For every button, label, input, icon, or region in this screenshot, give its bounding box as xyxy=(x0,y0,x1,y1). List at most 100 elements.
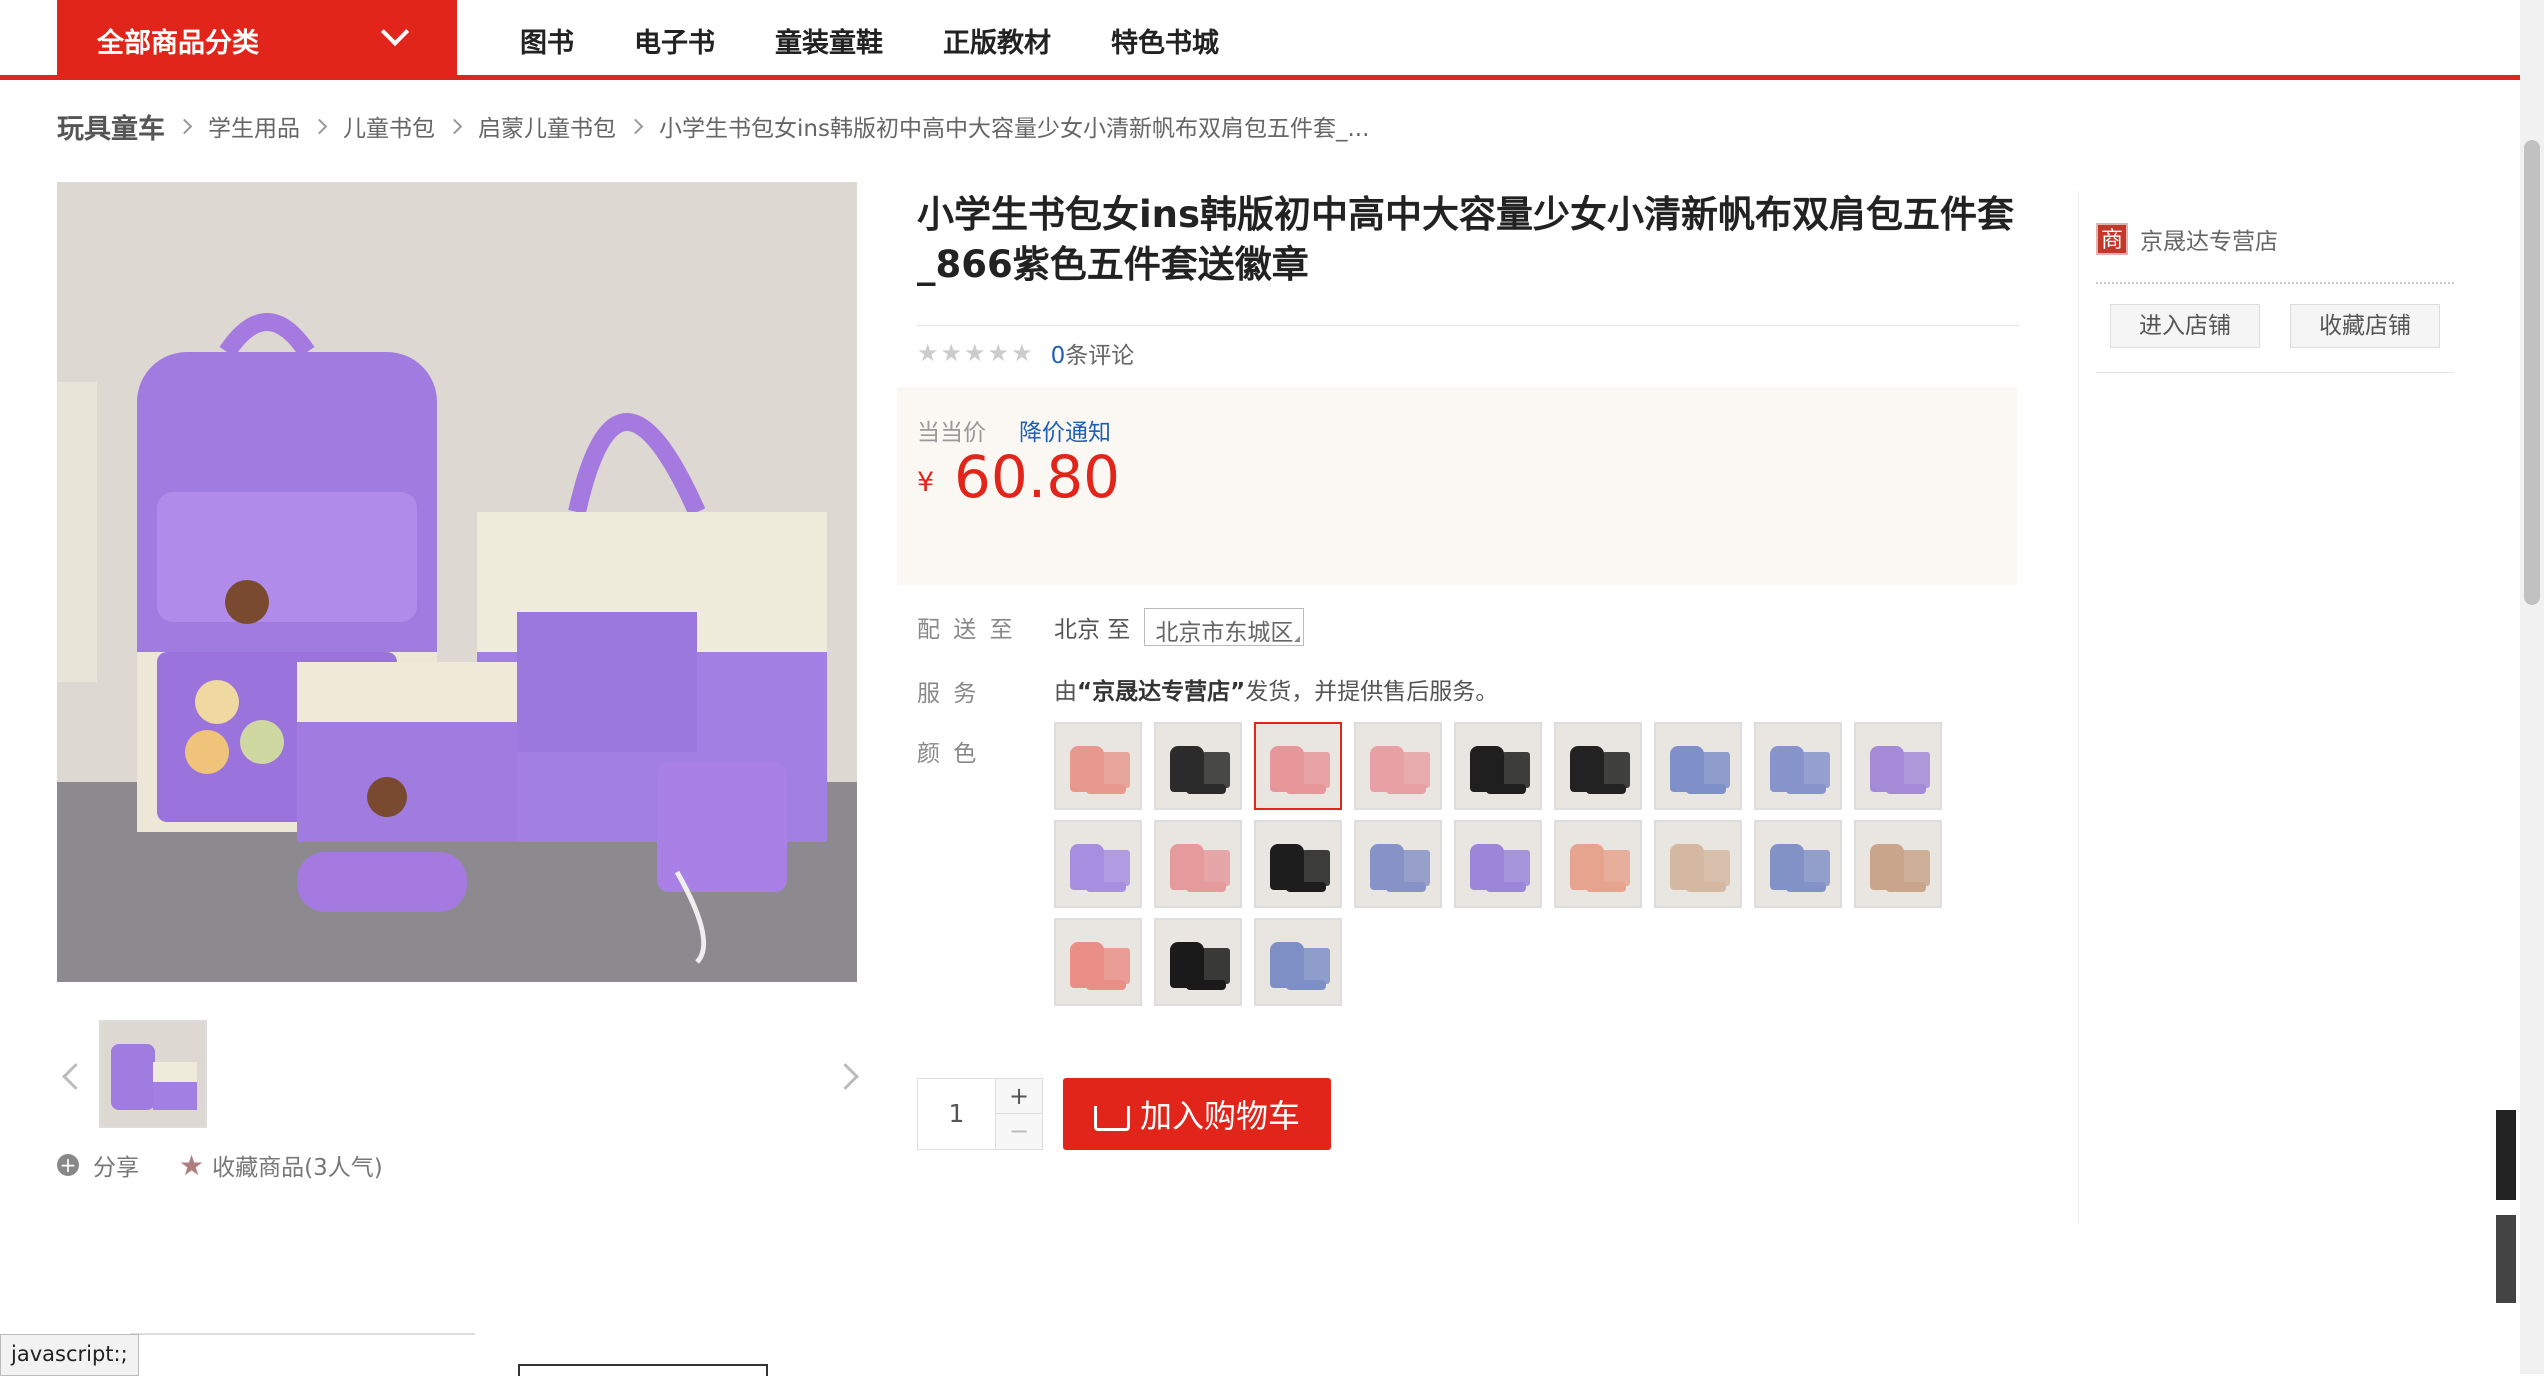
swatch-bag-shape xyxy=(1386,784,1426,794)
divider xyxy=(2096,282,2454,284)
color-swatch[interactable] xyxy=(1854,722,1942,810)
color-swatch[interactable] xyxy=(1254,820,1342,908)
review-count-suffix: 条评论 xyxy=(1065,343,1135,369)
swatch-bag-shape xyxy=(1102,752,1130,788)
rating-row: ★★★★★ 0条评论 xyxy=(917,335,1134,371)
color-swatch[interactable] xyxy=(1354,722,1442,810)
color-swatch-grid xyxy=(1054,722,1954,1016)
breadcrumb-root[interactable]: 玩具童车 xyxy=(57,107,165,146)
color-swatch[interactable] xyxy=(1154,918,1242,1006)
all-categories-label: 全部商品分类 xyxy=(97,27,259,59)
color-swatch[interactable] xyxy=(1454,820,1542,908)
swatch-bag-shape xyxy=(1186,784,1226,794)
swatch-bag-shape xyxy=(1702,752,1730,788)
color-swatch[interactable] xyxy=(1054,820,1142,908)
shop-name[interactable]: 京晟达专营店 xyxy=(2140,222,2278,256)
favorite-product-link[interactable]: 收藏商品(3人气) xyxy=(212,1148,383,1182)
delivery-label: 配 送 至 xyxy=(917,617,1016,643)
enter-shop-button[interactable]: 进入店铺 xyxy=(2110,304,2260,348)
nav-item-featured-books[interactable]: 特色书城 xyxy=(1111,21,1219,60)
breadcrumb: 玩具童车 学生用品 儿童书包 启蒙儿童书包 小学生书包女ins韩版初中高中大容量… xyxy=(57,107,1369,146)
color-swatch[interactable] xyxy=(1554,820,1642,908)
rating-stars-icon: ★★★★★ xyxy=(917,339,1035,367)
swatch-bag-shape xyxy=(1286,784,1326,794)
nav-item-textbooks[interactable]: 正版教材 xyxy=(943,21,1051,60)
swatch-bag-shape xyxy=(1902,850,1930,886)
swatch-bag-shape xyxy=(1202,752,1230,788)
thumbnail-next-arrow-icon[interactable] xyxy=(832,1063,859,1090)
color-swatch[interactable] xyxy=(1554,722,1642,810)
swatch-bag-shape xyxy=(1302,948,1330,984)
share-plus-icon[interactable]: + xyxy=(57,1154,79,1176)
favorite-shop-button[interactable]: 收藏店铺 xyxy=(2290,304,2440,348)
side-floating-widget[interactable] xyxy=(2496,1215,2516,1303)
color-swatch[interactable] xyxy=(1054,918,1142,1006)
delivery-from: 北京 至 xyxy=(1054,617,1131,643)
shop-panel-border xyxy=(2078,190,2079,1225)
product-main-image[interactable] xyxy=(57,182,857,982)
breadcrumb-item[interactable]: 学生用品 xyxy=(208,109,300,143)
swatch-bag-shape xyxy=(1586,784,1626,794)
status-bar-url: javascript:; xyxy=(0,1334,139,1376)
swatch-bag-shape xyxy=(1102,948,1130,984)
chevron-right-icon xyxy=(176,118,193,134)
color-swatch[interactable] xyxy=(1154,722,1242,810)
quantity-decrease-button[interactable]: − xyxy=(996,1114,1042,1149)
chevron-down-icon xyxy=(380,17,410,47)
swatch-bag-shape xyxy=(1086,980,1126,990)
nav-item-ebooks[interactable]: 电子书 xyxy=(634,21,715,60)
swatch-bag-shape xyxy=(1386,882,1426,892)
swatch-bag-shape xyxy=(1302,850,1330,886)
color-swatch[interactable] xyxy=(1754,820,1842,908)
product-thumbnail[interactable] xyxy=(99,1020,207,1128)
thumbnail-prev-arrow-icon[interactable] xyxy=(62,1063,89,1090)
side-floating-widget[interactable] xyxy=(2496,1110,2516,1200)
color-swatch[interactable] xyxy=(1454,722,1542,810)
divider xyxy=(2096,372,2454,373)
quantity-input[interactable]: 1 xyxy=(918,1079,996,1149)
shop-header: 商 京晟达专营店 xyxy=(2096,222,2278,256)
price-drop-notify-link[interactable]: 降价通知 xyxy=(1019,413,1111,447)
swatch-bag-shape xyxy=(1202,948,1230,984)
swatch-bag-shape xyxy=(1402,752,1430,788)
nav-item-kids-clothing[interactable]: 童装童鞋 xyxy=(775,21,883,60)
swatch-bag-shape xyxy=(1786,882,1826,892)
breadcrumb-item[interactable]: 启蒙儿童书包 xyxy=(478,109,616,143)
color-label: 颜 色 xyxy=(917,741,980,767)
review-count-number[interactable]: 0 xyxy=(1051,343,1066,369)
quantity-increase-button[interactable]: + xyxy=(996,1079,1042,1114)
swatch-bag-shape xyxy=(1886,882,1926,892)
all-categories-button[interactable]: 全部商品分类 xyxy=(57,0,457,80)
swatch-bag-shape xyxy=(1486,784,1526,794)
swatch-bag-shape xyxy=(1586,882,1626,892)
color-swatch[interactable] xyxy=(1154,820,1242,908)
add-to-cart-button[interactable]: 加入购物车 xyxy=(1063,1078,1331,1150)
breadcrumb-item[interactable]: 儿童书包 xyxy=(343,109,435,143)
star-icon[interactable]: ★ xyxy=(179,1149,204,1182)
top-nav: 全部商品分类 图书 电子书 童装童鞋 正版教材 特色书城 xyxy=(0,0,2520,80)
service-store-name: “京晟达专营店” xyxy=(1077,679,1246,705)
backpack-set-illustration xyxy=(57,182,857,982)
chevron-right-icon xyxy=(627,118,644,134)
delivery-address-select[interactable]: 北京市东城区 xyxy=(1144,608,1305,646)
currency-symbol: ¥ xyxy=(917,467,935,498)
color-swatch[interactable] xyxy=(1254,918,1342,1006)
product-title-line1: 小学生书包女ins韩版初中高中大容量少女小清新帆布双肩包五件套 xyxy=(917,193,2015,236)
service-prefix: 由 xyxy=(1054,679,1077,705)
swatch-bag-shape xyxy=(1086,882,1126,892)
swatch-bag-shape xyxy=(1186,980,1226,990)
review-count[interactable]: 0条评论 xyxy=(1051,336,1135,370)
color-swatch[interactable] xyxy=(1754,722,1842,810)
color-swatch[interactable] xyxy=(1354,820,1442,908)
color-swatch[interactable] xyxy=(1654,722,1742,810)
chevron-right-icon xyxy=(311,118,328,134)
scrollbar-thumb[interactable] xyxy=(2524,140,2540,605)
color-swatch[interactable] xyxy=(1254,722,1342,810)
color-swatch[interactable] xyxy=(1854,820,1942,908)
nav-item-books[interactable]: 图书 xyxy=(520,21,574,60)
price-value: 60.80 xyxy=(954,443,1121,511)
color-swatch[interactable] xyxy=(1054,722,1142,810)
swatch-bag-shape xyxy=(1486,882,1526,892)
share-link[interactable]: 分享 xyxy=(93,1148,139,1182)
color-swatch[interactable] xyxy=(1654,820,1742,908)
